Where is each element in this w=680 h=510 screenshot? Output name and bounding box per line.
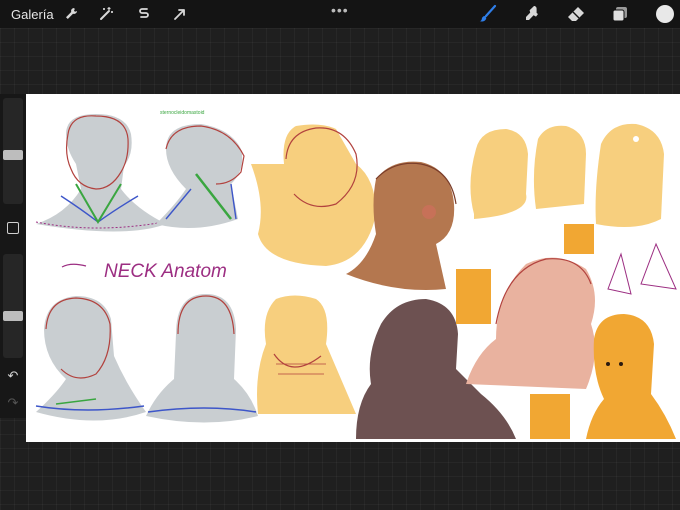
yellow-heads-top-right bbox=[470, 123, 664, 228]
smudge-icon[interactable] bbox=[523, 4, 543, 24]
sidebar: ↶ ↷ bbox=[0, 94, 26, 418]
undo-button[interactable]: ↶ bbox=[5, 369, 21, 383]
modifier-button[interactable] bbox=[7, 222, 19, 234]
gallery-button[interactable]: Galería bbox=[11, 7, 54, 22]
swatch-orange-2 bbox=[456, 269, 491, 324]
swatch-orange-3 bbox=[530, 394, 570, 439]
brush-icon[interactable] bbox=[478, 4, 498, 24]
orange-head-bottom-right bbox=[586, 314, 676, 439]
sketch-front-head-bottom bbox=[35, 296, 146, 421]
opacity-handle[interactable] bbox=[3, 311, 23, 321]
sketch-front-head-top bbox=[35, 114, 166, 232]
selection-icon[interactable] bbox=[134, 4, 154, 24]
more-menu-button[interactable]: ••• bbox=[331, 2, 349, 18]
sternocleidomastoid-note: sternocleidomastoid bbox=[160, 110, 205, 116]
wrench-icon[interactable] bbox=[61, 4, 81, 24]
eraser-icon[interactable] bbox=[566, 4, 586, 24]
sketch-back-head-bottom bbox=[146, 294, 258, 423]
neck-anatomy-title: NECK Anatom bbox=[104, 261, 227, 282]
color-swatch[interactable] bbox=[654, 3, 676, 25]
brush-size-handle[interactable] bbox=[3, 150, 23, 160]
artwork: sternocleidomastoid NECK Anatom bbox=[35, 110, 677, 439]
top-toolbar: Galería ••• bbox=[0, 0, 680, 28]
opacity-slider[interactable] bbox=[3, 254, 23, 358]
transform-arrow-icon[interactable] bbox=[170, 4, 190, 24]
sketch-side-head-top bbox=[156, 124, 245, 228]
magic-wand-icon[interactable] bbox=[96, 4, 116, 24]
yellow-head-looking-up bbox=[251, 124, 376, 266]
yellow-head-chin-lines bbox=[257, 295, 356, 414]
swatch-orange bbox=[564, 224, 594, 254]
redo-button[interactable]: ↷ bbox=[5, 396, 21, 410]
layers-icon[interactable] bbox=[610, 4, 630, 24]
drawing-canvas[interactable]: sternocleidomastoid NECK Anatom bbox=[26, 94, 680, 442]
